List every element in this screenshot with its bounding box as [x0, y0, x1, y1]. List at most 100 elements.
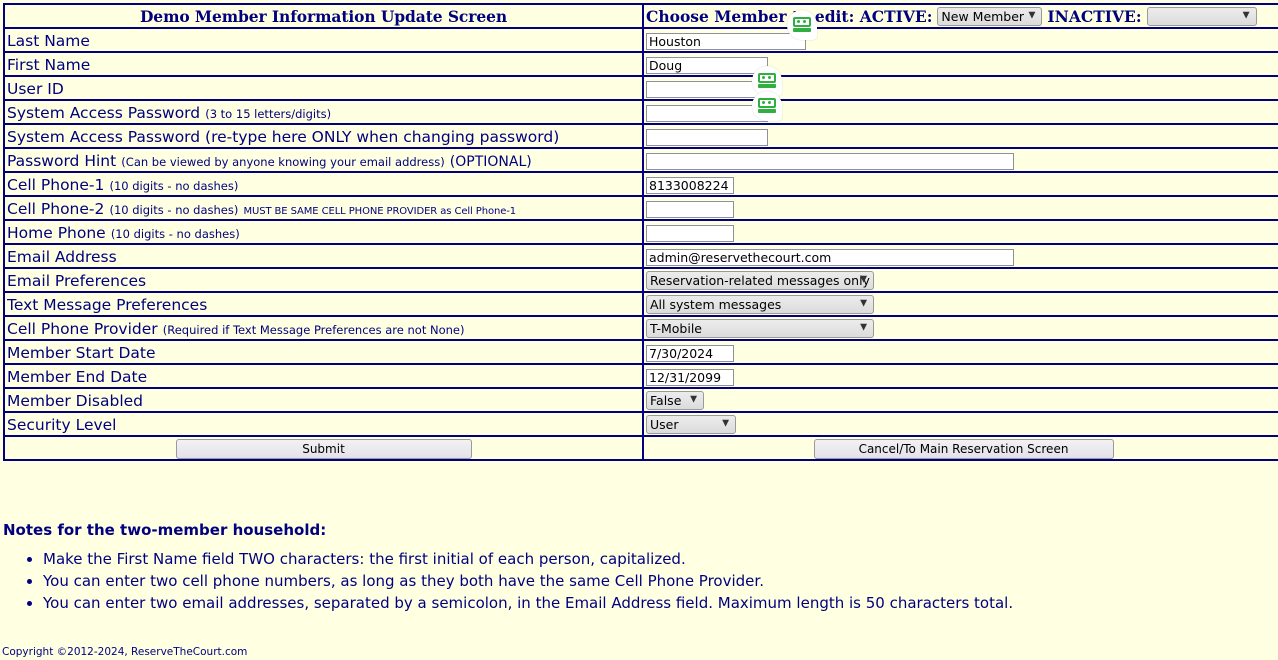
cancel-button[interactable]: Cancel/To Main Reservation Screen	[813, 438, 1114, 459]
active-member-select-wrap: New Member ▼	[937, 6, 1043, 27]
form-header-row: Demo Member Information Update Screen Ch…	[3, 3, 1278, 29]
home-phone-label: Home Phone	[7, 223, 106, 242]
row-cell-phone-2: Cell Phone-2 (10 digits - no dashes) MUS…	[3, 195, 1278, 221]
row-home-phone: Home Phone (10 digits - no dashes)	[3, 219, 1278, 245]
member-form-table: Demo Member Information Update Screen Ch…	[3, 3, 1278, 461]
password-hint-label: Password Hint	[7, 151, 117, 170]
choose-member-cell: Choose Member to edit: ACTIVE: New Membe…	[642, 3, 1278, 29]
cell-phone-2-value-cell	[642, 195, 1278, 221]
cell-phone-1-label-cell: Cell Phone-1 (10 digits - no dashes)	[3, 171, 644, 197]
member-disabled-select[interactable]: False	[646, 391, 704, 411]
row-user-id: User ID	[3, 75, 1278, 101]
inactive-member-select-wrap: ▼	[1146, 6, 1257, 27]
member-start-date-value-cell	[642, 339, 1278, 365]
email-preferences-select-wrap: Reservation-related messages only ▼	[646, 270, 874, 291]
password-hint-value-cell	[642, 147, 1278, 173]
password-label: System Access Password	[7, 103, 201, 122]
row-security-level: Security Level User ▼	[3, 411, 1278, 437]
password-input[interactable]	[646, 104, 768, 122]
first-name-label: First Name	[7, 55, 91, 74]
row-cell-phone-1: Cell Phone-1 (10 digits - no dashes)	[3, 171, 1278, 197]
password-retype-label-cell: System Access Password (re-type here ONL…	[3, 123, 644, 149]
row-text-message-preferences: Text Message Preferences All system mess…	[3, 291, 1278, 317]
email-address-label-cell: Email Address	[3, 243, 644, 269]
password-value-cell	[642, 99, 1278, 125]
security-level-select-wrap: User ▼	[646, 414, 736, 435]
row-last-name: Last Name	[3, 27, 1278, 53]
row-member-end-date: Member End Date	[3, 363, 1278, 389]
member-disabled-label-cell: Member Disabled	[3, 387, 644, 413]
email-address-value-cell	[642, 243, 1278, 269]
password-retype-value-cell	[642, 123, 1278, 149]
robot-glyph-icon	[793, 17, 811, 33]
row-cell-phone-provider: Cell Phone Provider (Required if Text Me…	[3, 315, 1278, 341]
list-item: Make the First Name field TWO characters…	[43, 548, 1013, 570]
cell-phone-1-input[interactable]	[646, 176, 734, 194]
password-autofill-badge-icon[interactable]	[752, 91, 782, 121]
password-autofill-badge-icon[interactable]	[787, 10, 817, 40]
page-title-cell: Demo Member Information Update Screen	[3, 3, 644, 29]
email-address-label: Email Address	[7, 247, 117, 266]
email-preferences-value-cell: Reservation-related messages only ▼	[642, 267, 1278, 293]
member-start-date-label: Member Start Date	[7, 343, 156, 362]
text-message-preferences-select[interactable]: All system messages	[646, 295, 874, 315]
user-id-label-cell: User ID	[3, 75, 644, 101]
row-first-name: First Name	[3, 51, 1278, 77]
password-retype-label: System Access Password (re-type here ONL…	[7, 127, 560, 146]
member-start-date-input[interactable]	[646, 344, 734, 362]
text-message-preferences-value-cell: All system messages ▼	[642, 291, 1278, 317]
email-preferences-label: Email Preferences	[7, 271, 147, 290]
member-disabled-select-wrap: False ▼	[646, 390, 704, 411]
password-retype-input[interactable]	[646, 128, 768, 146]
text-message-preferences-select-wrap: All system messages ▼	[646, 294, 874, 315]
row-member-disabled: Member Disabled False ▼	[3, 387, 1278, 413]
password-hint-input[interactable]	[646, 152, 1014, 170]
cell-phone-2-input[interactable]	[646, 200, 734, 218]
cell-phone-2-hint: (10 digits - no dashes)	[109, 202, 239, 217]
text-message-preferences-label-cell: Text Message Preferences	[3, 291, 644, 317]
password-hint: (3 to 15 letters/digits)	[205, 106, 332, 121]
cell-phone-2-label: Cell Phone-2	[7, 199, 105, 218]
cell-phone-provider-select[interactable]: T-Mobile	[646, 319, 874, 339]
member-disabled-value-cell: False ▼	[642, 387, 1278, 413]
robot-glyph-icon	[758, 73, 776, 89]
cell-phone-provider-select-wrap: T-Mobile ▼	[646, 318, 874, 339]
home-phone-hint: (10 digits - no dashes)	[110, 226, 240, 241]
inactive-member-select[interactable]	[1146, 7, 1257, 27]
cell-phone-2-label-cell: Cell Phone-2 (10 digits - no dashes) MUS…	[3, 195, 644, 221]
page-title: Demo Member Information Update Screen	[139, 6, 508, 26]
cell-phone-1-hint: (10 digits - no dashes)	[109, 178, 239, 193]
inactive-label: INACTIVE:	[1047, 6, 1142, 26]
email-preferences-label-cell: Email Preferences	[3, 267, 644, 293]
home-phone-label-cell: Home Phone (10 digits - no dashes)	[3, 219, 644, 245]
user-id-input[interactable]	[646, 80, 768, 98]
active-member-select[interactable]: New Member	[937, 7, 1043, 27]
row-buttons: Submit Cancel/To Main Reservation Screen	[3, 435, 1278, 461]
user-id-label: User ID	[7, 79, 64, 98]
security-level-value-cell: User ▼	[642, 411, 1278, 437]
user-id-value-cell	[642, 75, 1278, 101]
password-label-cell: System Access Password (3 to 15 letters/…	[3, 99, 644, 125]
cell-phone-provider-value-cell: T-Mobile ▼	[642, 315, 1278, 341]
cell-phone-provider-hint: (Required if Text Message Preferences ar…	[162, 322, 465, 337]
cell-phone-1-value-cell	[642, 171, 1278, 197]
row-password-hint: Password Hint (Can be viewed by anyone k…	[3, 147, 1278, 173]
home-phone-input[interactable]	[646, 224, 734, 242]
cancel-button-cell: Cancel/To Main Reservation Screen	[642, 435, 1278, 461]
notes-list: Make the First Name field TWO characters…	[3, 548, 1013, 614]
last-name-input[interactable]	[646, 32, 806, 50]
row-member-start-date: Member Start Date	[3, 339, 1278, 365]
email-preferences-select[interactable]: Reservation-related messages only	[646, 271, 874, 291]
list-item: You can enter two cell phone numbers, as…	[43, 570, 1013, 592]
member-end-date-input[interactable]	[646, 368, 734, 386]
password-hint-label-cell: Password Hint (Can be viewed by anyone k…	[3, 147, 644, 173]
email-address-input[interactable]	[646, 248, 1014, 266]
security-level-select[interactable]: User	[646, 415, 736, 435]
member-start-date-label-cell: Member Start Date	[3, 339, 644, 365]
member-disabled-label: Member Disabled	[7, 391, 144, 410]
submit-button[interactable]: Submit	[175, 438, 472, 459]
first-name-input[interactable]	[646, 56, 768, 74]
cell-phone-provider-label-cell: Cell Phone Provider (Required if Text Me…	[3, 315, 644, 341]
cell-phone-provider-label: Cell Phone Provider	[7, 319, 158, 338]
home-phone-value-cell	[642, 219, 1278, 245]
